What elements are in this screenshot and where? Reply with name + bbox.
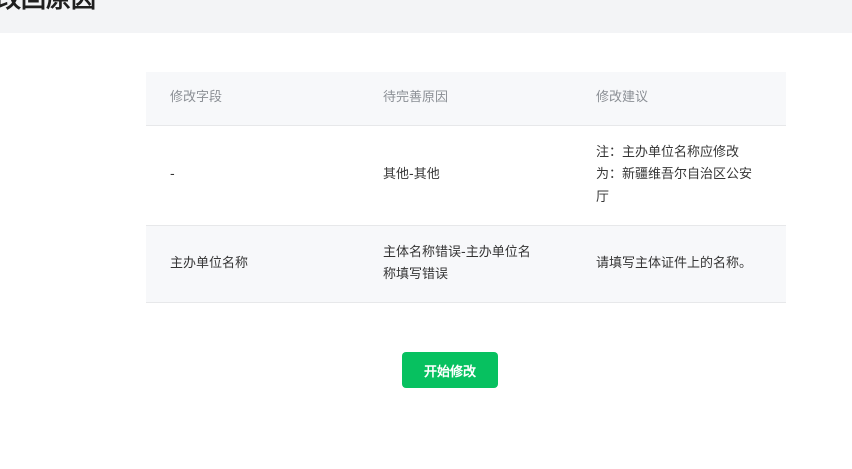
column-header-field: 修改字段 — [170, 90, 223, 106]
column-header-reason: 待完善原因 — [383, 90, 449, 106]
table-cell-field: - — [170, 167, 175, 183]
column-header-suggestion: 修改建议 — [596, 90, 649, 106]
table-cell-field: 主办单位名称 — [170, 255, 249, 271]
start-modify-button[interactable]: 开始修改 — [402, 352, 498, 388]
page-title: 改回原因 — [0, 0, 96, 14]
table-cell-reason: 其他-其他 — [383, 167, 440, 183]
table-cell-suggestion: 注：主办单位名称应修改为：新疆维吾尔自治区公安厅 — [596, 144, 753, 205]
table-row: 主办单位名称 主体名称错误-主办单位名称填写错误 请填写主体证件上的名称。 — [146, 226, 786, 303]
table-header-row: 修改字段 待完善原因 修改建议 — [146, 72, 786, 126]
table-cell-suggestion: 请填写主体证件上的名称。 — [596, 255, 753, 271]
page-header: 改回原因 — [0, 0, 852, 33]
table-row: - 其他-其他 注：主办单位名称应修改为：新疆维吾尔自治区公安厅 — [146, 126, 786, 226]
revision-table: 修改字段 待完善原因 修改建议 - 其他-其他 注：主办单位名称应修改为：新疆维… — [146, 72, 786, 303]
table-cell-reason: 主体名称错误-主办单位名称填写错误 — [383, 244, 531, 283]
